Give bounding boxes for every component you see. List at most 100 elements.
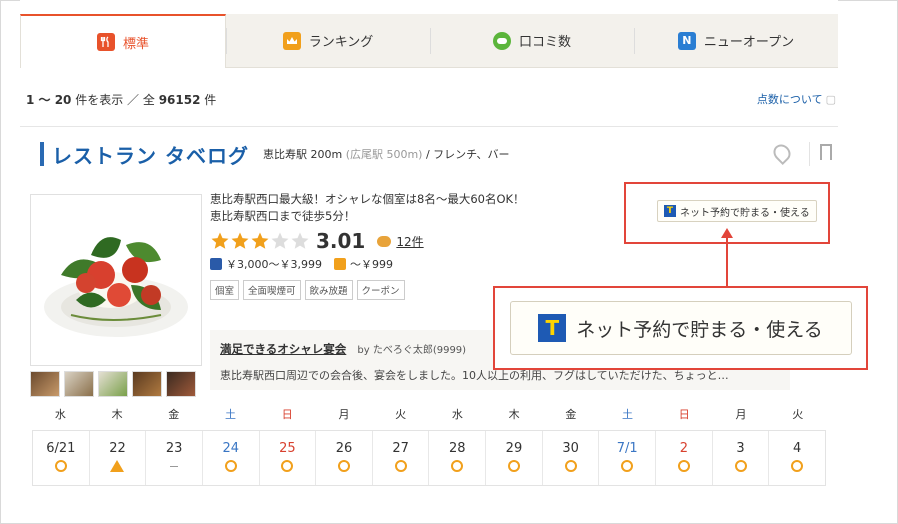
store-genre: / フレンチ、バー <box>425 148 510 161</box>
weekday-label: 木 <box>111 408 123 421</box>
circle-icon <box>621 459 634 473</box>
availability-circle-icon <box>394 460 407 472</box>
lunch-icon <box>333 258 346 270</box>
store-info: 恵比寿駅西口最大級！オシャレな個室は8名～最大60名OK！ 恵比寿駅西口まで徒歩… <box>210 191 630 300</box>
thumbnail[interactable] <box>64 371 94 397</box>
calendar-date: 25 <box>279 441 296 456</box>
calendar-day[interactable]: 2 <box>656 431 713 485</box>
tab-label: 標準 <box>122 36 149 52</box>
calendar-day[interactable]: 23 <box>146 431 203 485</box>
tab-standard[interactable]: 標準 <box>20 14 226 68</box>
star-empty-icon <box>271 232 289 249</box>
review-title-link[interactable]: 満足できるオシャレ宴会 <box>220 342 346 356</box>
availability-circle-icon <box>338 460 351 472</box>
sort-tabs: 標準 ランキング 口コミ数 N ニューオープン <box>20 14 838 68</box>
tag: 個室 <box>210 280 240 300</box>
calendar-date: 22 <box>109 441 126 456</box>
weekday-label: 金 <box>168 408 180 421</box>
calendar-date: 4 <box>793 441 802 456</box>
calendar-day[interactable]: 28 <box>429 431 487 485</box>
circle-icon <box>224 459 237 473</box>
result-count: 1 ～ 20 件を表示 ／ 全 96152 件 <box>26 91 216 108</box>
tab-ranking[interactable]: ランキング <box>226 14 430 67</box>
score-info-link[interactable]: 点数について ▢ <box>757 91 836 107</box>
circle-icon <box>734 459 747 473</box>
calendar-day[interactable]: 30 <box>543 431 600 485</box>
weekday-label: 月 <box>735 408 747 421</box>
store-main-photo[interactable] <box>30 194 202 366</box>
availability-circle-icon <box>451 460 464 472</box>
dinner-icon <box>210 258 222 270</box>
tag: クーポン <box>356 280 405 300</box>
triangle-icon <box>110 459 125 473</box>
price-row: ￥3,000～￥3,999 ～￥999 <box>210 256 630 272</box>
search-results-page: 標準 ランキング 口コミ数 N ニューオープン 1 ～ 20 件を表示 ／ 全 … <box>20 0 838 506</box>
tpoint-badge-zoomed: T ネット予約で貯まる・使える <box>509 301 852 355</box>
star-full-icon <box>231 232 249 249</box>
result-unit: 件 <box>204 93 217 107</box>
catch-copy-2: 恵比寿駅西口まで徒歩5分！ <box>210 209 356 223</box>
availability-dash-icon <box>170 465 179 467</box>
calendar-day[interactable]: 24 <box>203 431 260 485</box>
new-icon: N <box>677 31 696 50</box>
calendar-day[interactable]: 22 <box>90 431 147 485</box>
result-range: 1 ～ 20 <box>26 93 72 107</box>
thumbnail[interactable] <box>98 371 128 397</box>
tpoint-label: ネット予約で貯まる・使える <box>576 318 823 341</box>
weekday-label: 水 <box>54 408 66 421</box>
calendar-date: 26 <box>335 441 353 456</box>
tab-new-open[interactable]: N ニューオープン <box>634 14 838 67</box>
weekday-label: 木 <box>508 408 520 421</box>
store-header: レストラン タベログ 恵比寿駅 200m (広尾駅 500m) / フレンチ、バ… <box>40 140 832 169</box>
availability-circle-icon <box>677 460 690 472</box>
photo-thumbnails <box>30 371 196 397</box>
calendar-day[interactable]: 3 <box>713 431 770 485</box>
store-name-link[interactable]: レストラン タベログ <box>52 140 249 169</box>
circle-icon <box>394 459 407 473</box>
thumbnail[interactable] <box>166 371 196 397</box>
accent-bar <box>40 142 44 166</box>
dinner-price: ￥3,000～￥3,999 <box>226 258 322 271</box>
zoom-callout: T ネット予約で貯まる・使える <box>493 286 868 370</box>
catch-copy-1: 恵比寿駅西口最大級！オシャレな個室は8名～最大60名OK！ <box>210 192 525 206</box>
availability-circle-icon <box>224 460 237 472</box>
rating-row: 3.01 12件 <box>210 229 630 253</box>
bookmark-icon[interactable] <box>820 144 832 166</box>
calendar-day[interactable]: 6/21 <box>33 431 90 485</box>
store-nearby-station: (広尾駅 500m) <box>345 148 423 161</box>
thumbnail[interactable] <box>132 371 162 397</box>
calendar-day[interactable]: 25 <box>260 431 317 485</box>
tab-label: ニューオープン <box>703 35 795 50</box>
fork-knife-icon <box>96 33 115 51</box>
star-empty-icon <box>291 232 309 249</box>
circle-icon <box>54 459 67 473</box>
calendar-day[interactable]: 7/1 <box>599 431 657 485</box>
tag: 飲み放題 <box>304 280 353 300</box>
calendar-weekdays: 水木金土日月火水木金土日月火 <box>32 406 826 422</box>
tab-label: ランキング <box>308 35 374 50</box>
star-full-icon <box>211 232 229 249</box>
calendar-date: 29 <box>505 441 523 456</box>
callout-arrow <box>726 236 728 286</box>
calendar-day[interactable]: 26 <box>316 431 373 485</box>
calendar-date: 24 <box>222 441 240 456</box>
weekday-label: 火 <box>792 408 804 421</box>
calendar-day[interactable]: 27 <box>373 431 430 485</box>
availability-circle-icon <box>734 460 747 472</box>
score-link-label: 点数について <box>756 93 823 106</box>
availability-circle-icon <box>564 460 577 472</box>
circle-icon <box>564 459 577 473</box>
calendar-day[interactable]: 29 <box>486 431 543 485</box>
review-count-link[interactable]: 12件 <box>396 233 423 250</box>
tab-review-count[interactable]: 口コミ数 <box>430 14 634 67</box>
calendar-date: 2 <box>679 441 688 456</box>
availability-circle-icon <box>54 460 67 472</box>
circle-icon <box>281 459 294 473</box>
calendar-day[interactable]: 4 <box>769 431 825 485</box>
calendar-date: 30 <box>562 441 579 456</box>
map-pin-icon[interactable] <box>769 140 795 166</box>
review-author[interactable]: by たべろぐ太郎(9999) <box>357 345 466 356</box>
dash-icon <box>170 459 179 473</box>
thumbnail[interactable] <box>30 371 60 397</box>
circle-icon <box>507 459 520 473</box>
